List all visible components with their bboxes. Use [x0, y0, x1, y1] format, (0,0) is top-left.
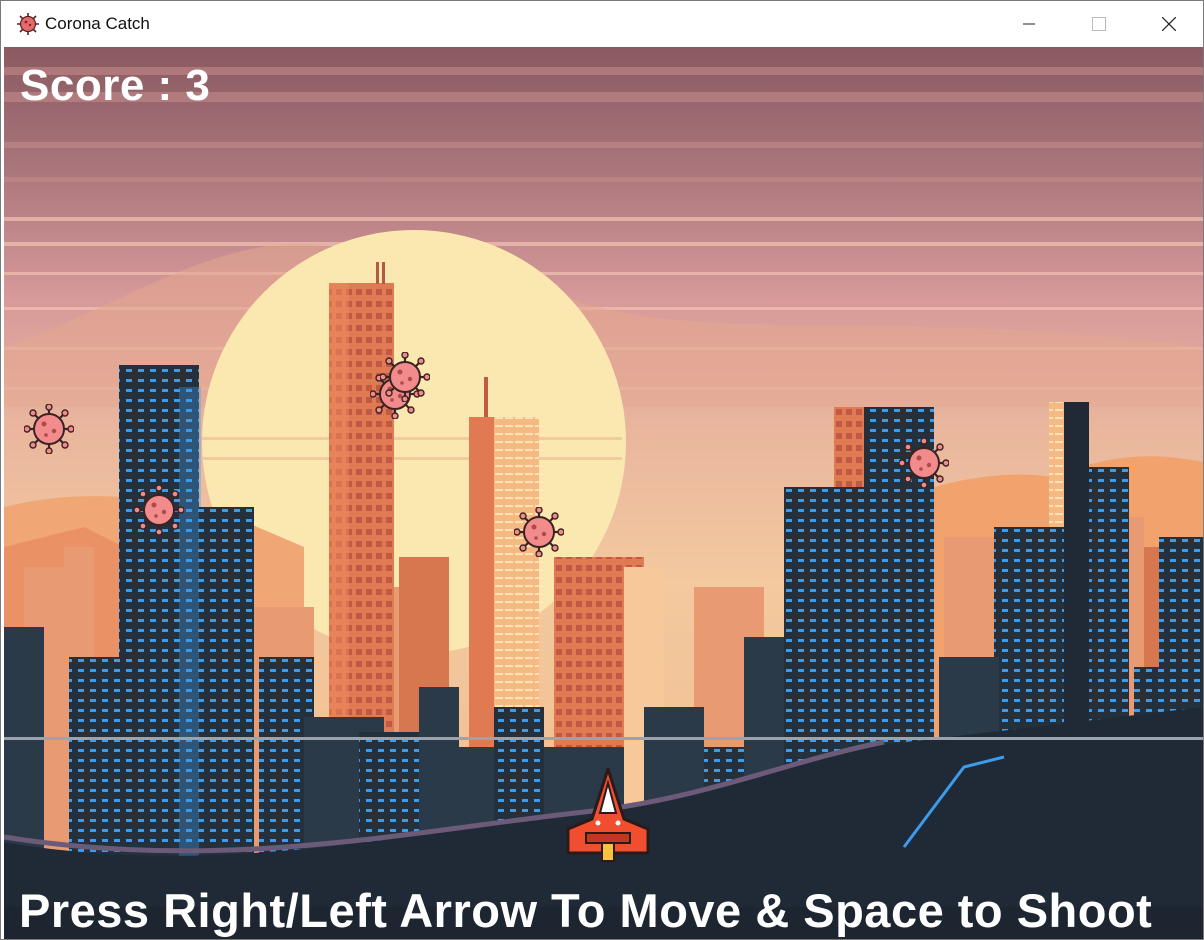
- app-window: Corona Catch Score: 3 Press Right/Left …: [0, 0, 1204, 940]
- window-title: Corona Catch: [45, 14, 150, 33]
- virus-icon: [380, 352, 430, 402]
- close-button[interactable]: [1134, 1, 1203, 47]
- title-bar[interactable]: Corona Catch: [1, 1, 1203, 47]
- minimize-button[interactable]: [994, 1, 1064, 47]
- minimize-icon: [1023, 23, 1035, 25]
- spaceship-icon: [566, 767, 650, 862]
- virus-icon: [514, 507, 564, 557]
- virus-icon: [24, 404, 74, 454]
- virus-icon: [17, 13, 39, 35]
- score-display: Score : 3: [20, 61, 211, 110]
- maximize-button[interactable]: [1064, 1, 1134, 47]
- ground-line: [4, 737, 1203, 740]
- maximize-icon: [1092, 17, 1106, 31]
- virus-icon: [134, 485, 184, 535]
- close-icon: [1162, 17, 1176, 31]
- instructions-text: Press Right/Left Arrow To Move & Space t…: [19, 884, 1153, 937]
- game-canvas[interactable]: Score : 3 Press Right/Left Arrow To Move…: [4, 47, 1203, 939]
- virus-icon: [899, 438, 949, 488]
